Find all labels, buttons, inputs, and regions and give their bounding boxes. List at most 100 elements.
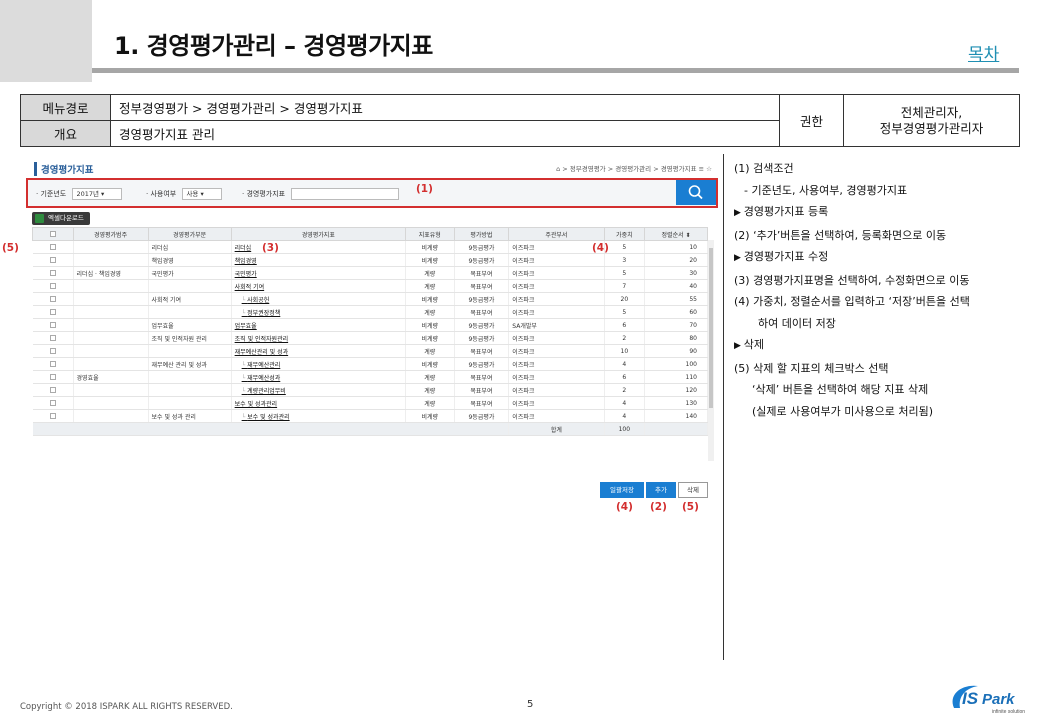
bulk-save-button[interactable]: 일괄저장 <box>600 482 644 498</box>
meta-table: 메뉴경로 정부경영평가 > 경영평가관리 > 경영평가지표 권한 전체관리자, … <box>20 94 1020 147</box>
row-checkbox-cell[interactable] <box>32 396 74 410</box>
cell-weight-input[interactable]: 2 <box>604 331 646 345</box>
add-button[interactable]: 추가 <box>646 482 676 498</box>
cell-order-input[interactable]: 40 <box>644 279 708 293</box>
name-filter: · 경영평가지표 <box>242 188 400 200</box>
cell-indicator-link[interactable]: 재무예산성과 <box>231 370 406 384</box>
cell-weight-input[interactable]: 4 <box>604 409 646 423</box>
cell-indicator-link[interactable]: 보수 및 성과관리 <box>231 409 406 423</box>
row-checkbox[interactable] <box>49 387 56 393</box>
cell-weight-input[interactable]: 3 <box>604 253 646 267</box>
year-select[interactable]: 2017년 ▾ <box>72 188 123 200</box>
row-checkbox[interactable] <box>49 270 56 276</box>
cell-order-input[interactable]: 55 <box>644 292 708 306</box>
search-icon <box>688 185 703 200</box>
cell-weight-input[interactable]: 6 <box>604 370 646 384</box>
col-header-weight: 가중치 <box>603 227 646 241</box>
cell-indicator-link[interactable]: 사회적 기여 <box>231 279 406 293</box>
row-checkbox[interactable] <box>49 413 56 419</box>
cell-weight-input[interactable]: 4 <box>604 396 646 410</box>
search-button[interactable] <box>676 180 716 205</box>
col-header-check[interactable] <box>32 227 74 241</box>
cell-part: 국민평가 <box>148 266 232 280</box>
cell-order-input[interactable]: 60 <box>644 305 708 319</box>
cell-type: 계량 <box>405 305 455 319</box>
cell-order-input[interactable]: 110 <box>644 370 708 384</box>
note-line: ‘삭제’ 버튼을 선택하여 해당 지표 삭제 <box>752 383 929 396</box>
cell-indicator-link[interactable]: 사회공헌 <box>231 292 406 306</box>
cell-weight-input[interactable]: 7 <box>604 279 646 293</box>
cell-indicator-link[interactable]: 리더십 <box>231 240 406 254</box>
row-checkbox-cell[interactable] <box>32 383 74 397</box>
total-value: 100 <box>604 422 646 436</box>
cell-order-input[interactable]: 100 <box>644 357 708 371</box>
excel-download-button[interactable]: 엑셀다운로드 <box>32 212 90 225</box>
cell-weight-input[interactable]: 6 <box>604 318 646 332</box>
row-checkbox-cell[interactable] <box>32 318 74 332</box>
cell-indicator-link[interactable]: 조직 및 인적자원관리 <box>231 331 406 345</box>
row-checkbox[interactable] <box>49 244 56 250</box>
cell-dept: 이즈파크 <box>508 305 605 319</box>
row-checkbox-cell[interactable] <box>32 253 74 267</box>
cell-order-input[interactable]: 20 <box>644 253 708 267</box>
row-checkbox-cell[interactable] <box>32 305 74 319</box>
cell-part: 업무효율 <box>148 318 232 332</box>
cell-weight-input[interactable]: 5 <box>604 266 646 280</box>
row-checkbox-cell[interactable] <box>32 266 74 280</box>
row-checkbox-cell[interactable] <box>32 409 74 423</box>
cell-weight-input[interactable]: 4 <box>604 357 646 371</box>
cell-dept: 이즈파크 <box>508 344 605 358</box>
cell-order-input[interactable]: 120 <box>644 383 708 397</box>
row-checkbox-cell[interactable] <box>32 344 74 358</box>
use-select[interactable]: 사용 ▾ <box>182 188 223 200</box>
cell-order-input[interactable]: 90 <box>644 344 708 358</box>
row-checkbox[interactable] <box>49 335 56 341</box>
delete-button[interactable]: 삭제 <box>678 482 708 498</box>
cell-order-input[interactable]: 70 <box>644 318 708 332</box>
cell-order-input[interactable]: 80 <box>644 331 708 345</box>
row-checkbox[interactable] <box>49 283 56 289</box>
cell-indicator-link[interactable]: 보수 및 성과관리 <box>231 396 406 410</box>
cell-indicator-link[interactable]: 책임경영 <box>231 253 406 267</box>
cell-part: 재무예산 관리 및 성과 <box>148 357 232 371</box>
cell-weight-input[interactable]: 5 <box>604 240 646 254</box>
cell-category: 리더십 · 책임경영 <box>73 266 149 280</box>
col-header-order[interactable]: 정렬순서 ⬍ <box>644 227 708 241</box>
toc-link[interactable]: 목차 <box>968 40 999 65</box>
cell-order-input[interactable]: 30 <box>644 266 708 280</box>
row-checkbox[interactable] <box>49 374 56 380</box>
row-checkbox-cell[interactable] <box>32 357 74 371</box>
scrollbar-thumb[interactable] <box>709 248 713 408</box>
row-checkbox[interactable] <box>49 309 56 315</box>
row-checkbox-cell[interactable] <box>32 240 74 254</box>
row-checkbox[interactable] <box>49 322 56 328</box>
row-checkbox-cell[interactable] <box>32 370 74 384</box>
name-filter-label: · 경영평가지표 <box>242 190 286 198</box>
row-checkbox[interactable] <box>49 296 56 302</box>
cell-order-input[interactable]: 140 <box>644 409 708 423</box>
cell-order-input[interactable]: 10 <box>644 240 708 254</box>
grid-scrollbar[interactable] <box>708 240 714 461</box>
row-checkbox[interactable] <box>49 361 56 367</box>
row-checkbox[interactable] <box>49 348 56 354</box>
row-checkbox-cell[interactable] <box>32 279 74 293</box>
row-checkbox-cell[interactable] <box>32 292 74 306</box>
row-checkbox-cell[interactable] <box>32 331 74 345</box>
cell-indicator-link[interactable]: 국민평가 <box>231 266 406 280</box>
row-checkbox[interactable] <box>49 257 56 263</box>
cell-indicator-link[interactable]: 재무예산관리 및 성과 <box>231 344 406 358</box>
cell-weight-input[interactable]: 2 <box>604 383 646 397</box>
row-checkbox[interactable] <box>49 400 56 406</box>
cell-indicator-link[interactable]: 계량관리업무비 <box>231 383 406 397</box>
cell-indicator-link[interactable]: 재무예산관리 <box>231 357 406 371</box>
cell-weight-input[interactable]: 5 <box>604 305 646 319</box>
name-search-input[interactable] <box>291 188 400 200</box>
cell-indicator-link[interactable]: 업무효율 <box>231 318 406 332</box>
cell-weight-input[interactable]: 10 <box>604 344 646 358</box>
cell-order-input[interactable]: 130 <box>644 396 708 410</box>
cell-weight-input[interactable]: 20 <box>604 292 646 306</box>
cell-category <box>73 305 149 319</box>
select-all-checkbox[interactable] <box>49 231 56 237</box>
cell-indicator-link[interactable]: 정부권장정책 <box>231 305 406 319</box>
cell-part: 사회적 기여 <box>148 292 232 306</box>
